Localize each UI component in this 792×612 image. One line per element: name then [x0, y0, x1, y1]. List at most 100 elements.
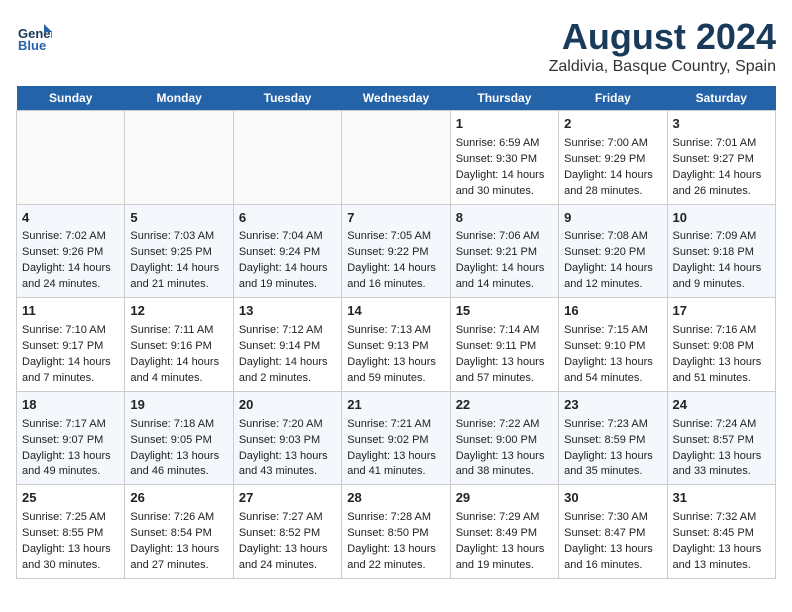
day-info: Sunrise: 7:10 AMSunset: 9:17 PMDaylight:…: [22, 324, 111, 384]
day-number: 18: [22, 396, 119, 415]
page-header: General Blue August 2024 Zaldivia, Basqu…: [16, 16, 776, 76]
day-number: 30: [564, 489, 661, 508]
day-number: 22: [456, 396, 553, 415]
calendar-cell: 28 Sunrise: 7:28 AMSunset: 8:50 PMDayligh…: [342, 485, 450, 579]
calendar-cell: 9 Sunrise: 7:08 AMSunset: 9:20 PMDaylight…: [559, 204, 667, 298]
col-header-friday: Friday: [559, 86, 667, 111]
day-info: Sunrise: 7:13 AMSunset: 9:13 PMDaylight:…: [347, 324, 436, 384]
day-number: 9: [564, 209, 661, 228]
calendar-cell: 5 Sunrise: 7:03 AMSunset: 9:25 PMDaylight…: [125, 204, 233, 298]
logo-icon: General Blue: [16, 16, 52, 52]
calendar-cell: 31Sunrise: 7:32 AMSunset: 8:45 PMDayligh…: [667, 485, 775, 579]
day-number: 3: [673, 115, 770, 134]
calendar-cell: 7 Sunrise: 7:05 AMSunset: 9:22 PMDaylight…: [342, 204, 450, 298]
calendar-table: SundayMondayTuesdayWednesdayThursdayFrid…: [16, 86, 776, 579]
calendar-cell: 17 Sunrise: 7:16 AMSunset: 9:08 PMDayligh…: [667, 298, 775, 392]
day-info: Sunrise: 7:12 AMSunset: 9:14 PMDaylight:…: [239, 324, 328, 384]
calendar-cell: [342, 111, 450, 205]
day-info: Sunrise: 7:03 AMSunset: 9:25 PMDaylight:…: [130, 230, 219, 290]
day-number: 29: [456, 489, 553, 508]
calendar-cell: 25Sunrise: 7:25 AMSunset: 8:55 PMDayligh…: [17, 485, 125, 579]
day-number: 5: [130, 209, 227, 228]
day-number: 16: [564, 302, 661, 321]
day-number: 28: [347, 489, 444, 508]
day-info: Sunrise: 7:24 AMSunset: 8:57 PMDaylight:…: [673, 418, 762, 478]
day-number: 17: [673, 302, 770, 321]
calendar-cell: 15 Sunrise: 7:14 AMSunset: 9:11 PMDayligh…: [450, 298, 558, 392]
day-info: Sunrise: 6:59 AMSunset: 9:30 PMDaylight:…: [456, 137, 545, 197]
day-number: 27: [239, 489, 336, 508]
day-number: 24: [673, 396, 770, 415]
col-header-thursday: Thursday: [450, 86, 558, 111]
calendar-cell: 16 Sunrise: 7:15 AMSunset: 9:10 PMDayligh…: [559, 298, 667, 392]
day-info: Sunrise: 7:09 AMSunset: 9:18 PMDaylight:…: [673, 230, 762, 290]
calendar-cell: 10 Sunrise: 7:09 AMSunset: 9:18 PMDayligh…: [667, 204, 775, 298]
calendar-cell: 27 Sunrise: 7:27 AMSunset: 8:52 PMDayligh…: [233, 485, 341, 579]
day-number: 8: [456, 209, 553, 228]
main-title: August 2024: [549, 16, 776, 58]
calendar-cell: 2 Sunrise: 7:00 AMSunset: 9:29 PMDaylight…: [559, 111, 667, 205]
day-info: Sunrise: 7:16 AMSunset: 9:08 PMDaylight:…: [673, 324, 762, 384]
day-info: Sunrise: 7:23 AMSunset: 8:59 PMDaylight:…: [564, 418, 653, 478]
calendar-cell: [233, 111, 341, 205]
day-info: Sunrise: 7:02 AMSunset: 9:26 PMDaylight:…: [22, 230, 111, 290]
day-number: 10: [673, 209, 770, 228]
day-number: 4: [22, 209, 119, 228]
col-header-wednesday: Wednesday: [342, 86, 450, 111]
day-info: Sunrise: 7:08 AMSunset: 9:20 PMDaylight:…: [564, 230, 653, 290]
calendar-cell: [17, 111, 125, 205]
calendar-cell: [125, 111, 233, 205]
day-number: 2: [564, 115, 661, 134]
day-number: 6: [239, 209, 336, 228]
day-info: Sunrise: 7:26 AMSunset: 8:54 PMDaylight:…: [130, 511, 219, 571]
calendar-cell: 24 Sunrise: 7:24 AMSunset: 8:57 PMDayligh…: [667, 391, 775, 485]
day-info: Sunrise: 7:14 AMSunset: 9:11 PMDaylight:…: [456, 324, 545, 384]
day-number: 31: [673, 489, 770, 508]
day-number: 13: [239, 302, 336, 321]
calendar-cell: 12 Sunrise: 7:11 AMSunset: 9:16 PMDayligh…: [125, 298, 233, 392]
calendar-cell: 30 Sunrise: 7:30 AMSunset: 8:47 PMDayligh…: [559, 485, 667, 579]
calendar-cell: 19Sunrise: 7:18 AMSunset: 9:05 PMDayligh…: [125, 391, 233, 485]
calendar-cell: 14 Sunrise: 7:13 AMSunset: 9:13 PMDayligh…: [342, 298, 450, 392]
day-info: Sunrise: 7:20 AMSunset: 9:03 PMDaylight:…: [239, 418, 328, 478]
calendar-cell: 29 Sunrise: 7:29 AMSunset: 8:49 PMDayligh…: [450, 485, 558, 579]
calendar-cell: 23 Sunrise: 7:23 AMSunset: 8:59 PMDayligh…: [559, 391, 667, 485]
day-number: 26: [130, 489, 227, 508]
col-header-sunday: Sunday: [17, 86, 125, 111]
day-info: Sunrise: 7:11 AMSunset: 9:16 PMDaylight:…: [130, 324, 219, 384]
title-block: August 2024 Zaldivia, Basque Country, Sp…: [549, 16, 776, 76]
header-row: SundayMondayTuesdayWednesdayThursdayFrid…: [17, 86, 776, 111]
day-info: Sunrise: 7:30 AMSunset: 8:47 PMDaylight:…: [564, 511, 653, 571]
day-info: Sunrise: 7:28 AMSunset: 8:50 PMDaylight:…: [347, 511, 436, 571]
day-number: 1: [456, 115, 553, 134]
calendar-cell: 20Sunrise: 7:20 AMSunset: 9:03 PMDayligh…: [233, 391, 341, 485]
day-info: Sunrise: 7:22 AMSunset: 9:00 PMDaylight:…: [456, 418, 545, 478]
day-info: Sunrise: 7:15 AMSunset: 9:10 PMDaylight:…: [564, 324, 653, 384]
calendar-cell: 11 Sunrise: 7:10 AMSunset: 9:17 PMDayligh…: [17, 298, 125, 392]
day-number: 7: [347, 209, 444, 228]
calendar-cell: 1 Sunrise: 6:59 AMSunset: 9:30 PMDaylight…: [450, 111, 558, 205]
calendar-cell: 26 Sunrise: 7:26 AMSunset: 8:54 PMDayligh…: [125, 485, 233, 579]
day-number: 11: [22, 302, 119, 321]
day-info: Sunrise: 7:00 AMSunset: 9:29 PMDaylight:…: [564, 137, 653, 197]
day-info: Sunrise: 7:04 AMSunset: 9:24 PMDaylight:…: [239, 230, 328, 290]
day-info: Sunrise: 7:05 AMSunset: 9:22 PMDaylight:…: [347, 230, 436, 290]
day-info: Sunrise: 7:29 AMSunset: 8:49 PMDaylight:…: [456, 511, 545, 571]
svg-text:Blue: Blue: [18, 38, 46, 52]
calendar-cell: 13 Sunrise: 7:12 AMSunset: 9:14 PMDayligh…: [233, 298, 341, 392]
day-info: Sunrise: 7:18 AMSunset: 9:05 PMDaylight:…: [130, 418, 219, 478]
day-number: 14: [347, 302, 444, 321]
day-number: 23: [564, 396, 661, 415]
day-info: Sunrise: 7:01 AMSunset: 9:27 PMDaylight:…: [673, 137, 762, 197]
col-header-saturday: Saturday: [667, 86, 775, 111]
day-number: 15: [456, 302, 553, 321]
col-header-tuesday: Tuesday: [233, 86, 341, 111]
day-info: Sunrise: 7:27 AMSunset: 8:52 PMDaylight:…: [239, 511, 328, 571]
calendar-cell: 18Sunrise: 7:17 AMSunset: 9:07 PMDayligh…: [17, 391, 125, 485]
col-header-monday: Monday: [125, 86, 233, 111]
day-number: 25: [22, 489, 119, 508]
calendar-cell: 21Sunrise: 7:21 AMSunset: 9:02 PMDayligh…: [342, 391, 450, 485]
day-info: Sunrise: 7:06 AMSunset: 9:21 PMDaylight:…: [456, 230, 545, 290]
calendar-cell: 8 Sunrise: 7:06 AMSunset: 9:21 PMDaylight…: [450, 204, 558, 298]
day-number: 12: [130, 302, 227, 321]
